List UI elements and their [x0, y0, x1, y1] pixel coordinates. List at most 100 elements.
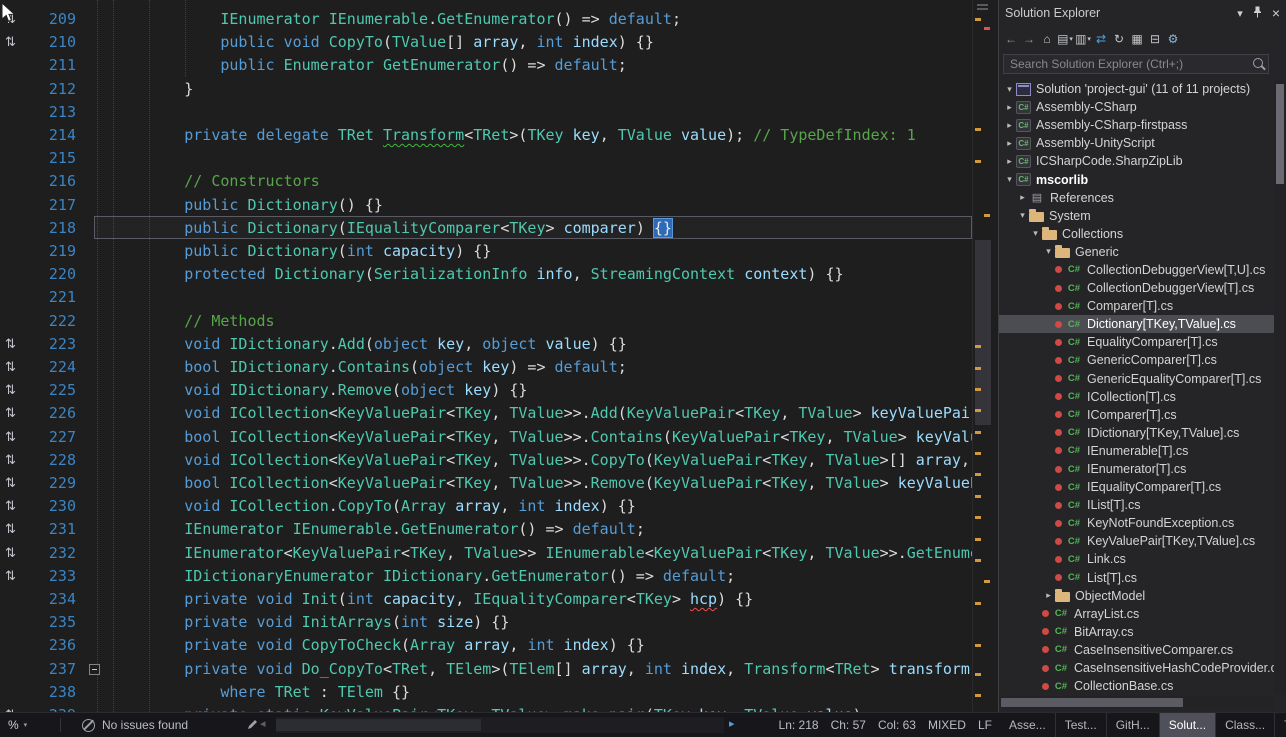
tree-item[interactable]: ▾System	[999, 207, 1274, 225]
reference-arrows-icon[interactable]: ⇅	[5, 404, 16, 427]
reference-arrows-icon[interactable]: ⇅	[5, 451, 16, 474]
tree-item[interactable]: C#CaseInsensitiveHashCodeProvider.cs	[999, 659, 1274, 677]
tree-item[interactable]: C#ArrayList.cs	[999, 605, 1274, 623]
line-number[interactable]: 222	[26, 310, 84, 333]
scrollbar-thumb[interactable]	[975, 240, 991, 425]
line-number[interactable]: 220	[26, 263, 84, 286]
chevron-expanded-icon[interactable]: ▾	[1003, 174, 1016, 185]
tree-item[interactable]: C#CollectionDebuggerView[T].cs	[999, 279, 1274, 297]
tree-item[interactable]: C#ICollection[T].cs	[999, 388, 1274, 406]
tree-vertical-scrollbar[interactable]	[1274, 80, 1286, 694]
switch-views-icon[interactable]: ▤▾	[1057, 30, 1073, 48]
code-line-220[interactable]: protected Dictionary(SerializationInfo i…	[112, 263, 844, 286]
reference-arrows-icon[interactable]: ⇅	[5, 381, 16, 404]
reference-arrows-icon[interactable]: ⇅	[5, 33, 16, 56]
line-number[interactable]: 233	[26, 565, 84, 588]
tree-item[interactable]: ▸ObjectModel	[999, 587, 1274, 605]
line-number[interactable]: 211	[26, 54, 84, 77]
scrollbar-thumb[interactable]	[276, 719, 481, 731]
home-icon[interactable]: ⌂	[1039, 30, 1055, 48]
line-number[interactable]: 217	[26, 194, 84, 217]
chevron-expanded-icon[interactable]: ▾	[1003, 84, 1016, 95]
fold-collapse-icon[interactable]	[89, 664, 100, 675]
line-number[interactable]: 218	[26, 217, 84, 240]
line-number[interactable]: 234	[26, 588, 84, 611]
code-line-212[interactable]: }	[112, 78, 193, 101]
code-line-211[interactable]: public Enumerator GetEnumerator() => def…	[112, 54, 627, 77]
code-line-237[interactable]: private void Do_CopyTo<TRet, TElem>(TEle…	[112, 658, 972, 681]
tree-item[interactable]: ▾Collections	[999, 225, 1274, 243]
issues-indicator[interactable]: No issues found	[82, 713, 188, 737]
tree-item[interactable]: C#IEqualityComparer[T].cs	[999, 478, 1274, 496]
line-number[interactable]: 212	[26, 78, 84, 101]
tree-item[interactable]: C#CollectionBase.cs	[999, 677, 1274, 694]
back-icon[interactable]: ←	[1003, 30, 1019, 48]
line-number[interactable]: 224	[26, 356, 84, 379]
scrollbar-thumb[interactable]	[1001, 698, 1183, 707]
code-line-223[interactable]: void IDictionary.Add(object key, object …	[112, 333, 627, 356]
code-line-233[interactable]: IDictionaryEnumerator IDictionary.GetEnu…	[112, 565, 735, 588]
chevron-collapsed-icon[interactable]: ▸	[1016, 192, 1029, 203]
glyph-margin[interactable]: ⇅⇅⇅⇅⇅⇅⇅⇅⇅⇅⇅⇅⇅⇅	[0, 0, 26, 712]
code-line-218[interactable]: public Dictionary(IEqualityComparer<TKey…	[112, 217, 672, 240]
chevron-expanded-icon[interactable]: ▾	[1016, 210, 1029, 221]
chevron-collapsed-icon[interactable]: ▸	[1003, 120, 1016, 131]
line-number[interactable]: 235	[26, 611, 84, 634]
sync-with-active-document-icon[interactable]: ⇄	[1093, 30, 1109, 48]
line-number[interactable]: 232	[26, 542, 84, 565]
tree-item[interactable]: C#IEnumerable[T].cs	[999, 442, 1274, 460]
line-number[interactable]: 228	[26, 449, 84, 472]
line-number-margin[interactable]: 2092102112122132142152162172182192202212…	[26, 0, 84, 712]
tool-window-tab[interactable]: Test...	[1056, 713, 1107, 737]
tree-item[interactable]: C#EqualityComparer[T].cs	[999, 333, 1274, 351]
chevron-collapsed-icon[interactable]: ▸	[1003, 138, 1016, 149]
reference-arrows-icon[interactable]: ⇅	[5, 544, 16, 567]
code-line-239[interactable]: private static KeyValuePair<TKey, TValue…	[112, 704, 862, 712]
line-number[interactable]: 237	[26, 658, 84, 681]
tree-item[interactable]: C#Dictionary[TKey,TValue].cs	[999, 315, 1274, 333]
code-line-235[interactable]: private void InitArrays(int size) {}	[112, 611, 509, 634]
chevron-expanded-icon[interactable]: ▾	[1042, 246, 1055, 257]
code-line-222[interactable]: // Methods	[112, 310, 275, 333]
tool-window-tab[interactable]: Tea...	[1275, 713, 1286, 737]
line-number[interactable]: 225	[26, 379, 84, 402]
tree-item[interactable]: ▸C#Assembly-UnityScript	[999, 134, 1274, 152]
tool-window-tab[interactable]: Class...	[1216, 713, 1275, 737]
reference-arrows-icon[interactable]: ⇅	[5, 428, 16, 451]
close-icon[interactable]: ×	[1272, 5, 1280, 21]
tool-window-tab[interactable]: Solut...	[1160, 713, 1216, 737]
show-all-files-icon[interactable]: ▦	[1129, 30, 1145, 48]
code-line-232[interactable]: IEnumerator<KeyValuePair<TKey, TValue>> …	[112, 542, 972, 565]
line-number[interactable]: 236	[26, 634, 84, 657]
reference-arrows-icon[interactable]: ⇅	[5, 474, 16, 497]
line-number[interactable]: 209	[26, 8, 84, 31]
refresh-icon[interactable]: ↻	[1111, 30, 1127, 48]
code-line-219[interactable]: public Dictionary(int capacity) {}	[112, 240, 491, 263]
chevron-expanded-icon[interactable]: ▾	[1029, 228, 1042, 239]
scrollbar-thumb[interactable]	[1276, 84, 1284, 184]
reference-arrows-icon[interactable]: ⇅	[5, 335, 16, 358]
line-number[interactable]: 227	[26, 426, 84, 449]
reference-arrows-icon[interactable]: ⇅	[5, 497, 16, 520]
reference-arrows-icon[interactable]: ⇅	[5, 567, 16, 590]
line-number[interactable]: 221	[26, 286, 84, 309]
filter-icon[interactable]: ▥▾	[1075, 30, 1091, 48]
tree-item[interactable]: C#KeyNotFoundException.cs	[999, 514, 1274, 532]
editor-horizontal-scrollbar[interactable]	[276, 717, 724, 733]
code-line-238[interactable]: where TRet : TElem {}	[112, 681, 410, 704]
line-number[interactable]: 229	[26, 472, 84, 495]
tree-item[interactable]: C#KeyValuePair[TKey,TValue].cs	[999, 532, 1274, 550]
tree-item[interactable]: C#GenericEqualityComparer[T].cs	[999, 370, 1274, 388]
line-number[interactable]: 214	[26, 124, 84, 147]
tree-item[interactable]: C#IList[T].cs	[999, 496, 1274, 514]
scroll-right-icon[interactable]: ▸	[729, 717, 735, 730]
line-number[interactable]: 239	[26, 704, 84, 712]
code-line-217[interactable]: public Dictionary() {}	[112, 194, 383, 217]
line-number[interactable]: 210	[26, 31, 84, 54]
code-line-224[interactable]: bool IDictionary.Contains(object key) =>…	[112, 356, 627, 379]
code-line-216[interactable]: // Constructors	[112, 170, 320, 193]
tree-item[interactable]: C#CollectionDebuggerView[T,U].cs	[999, 261, 1274, 279]
code-line-234[interactable]: private void Init(int capacity, IEqualit…	[112, 588, 753, 611]
tree-item[interactable]: C#IEnumerator[T].cs	[999, 460, 1274, 478]
properties-icon[interactable]: ⚙	[1165, 30, 1181, 48]
